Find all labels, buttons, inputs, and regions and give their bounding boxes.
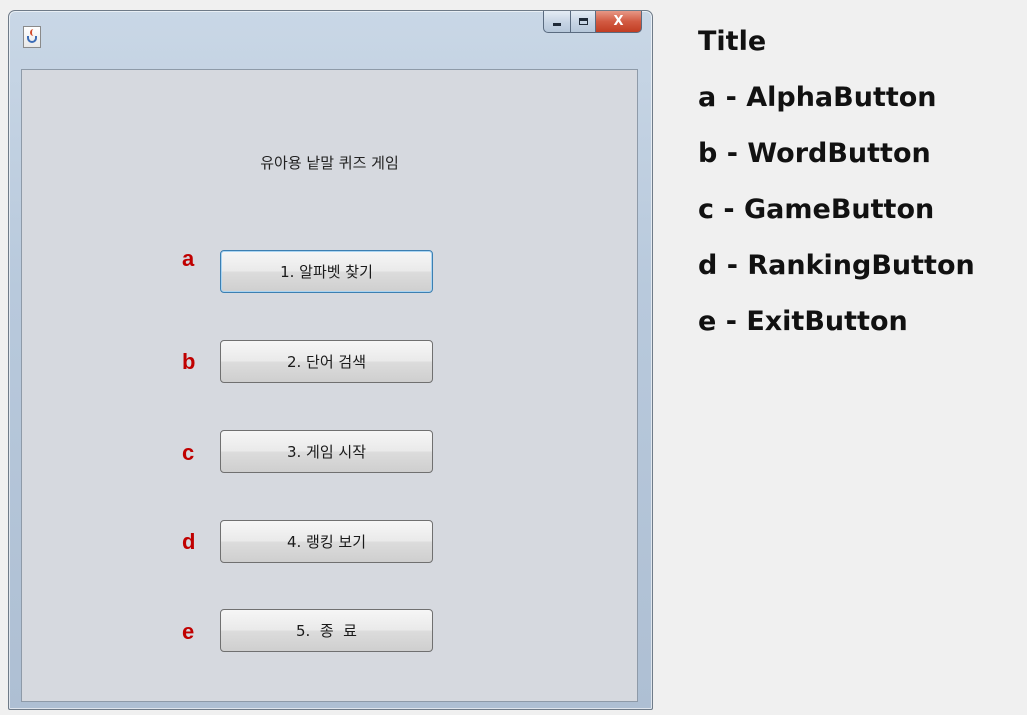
legend-item-title: Title — [698, 26, 767, 57]
alpha-button[interactable]: 1. 알파벳 찾기 — [220, 250, 433, 293]
legend-item-word: b - WordButton — [698, 138, 931, 169]
legend-item-alpha: a - AlphaButton — [698, 82, 937, 113]
marker-b: b — [182, 349, 196, 374]
marker-a: a — [182, 246, 195, 271]
marker-d: d — [182, 529, 196, 554]
annotation-legend: Title a - AlphaButton b - WordButton c -… — [698, 22, 975, 358]
marker-e: e — [182, 619, 195, 644]
word-button[interactable]: 2. 단어 검색 — [220, 340, 433, 383]
maximize-icon — [578, 18, 588, 25]
java-app-icon — [23, 26, 41, 48]
java-steam-shape — [30, 29, 37, 36]
java-cup-shape — [27, 36, 37, 43]
window-client-area: 유아용 낱말 퀴즈 게임 a 1. 알파벳 찾기 b 2. 단어 검색 c 3.… — [21, 69, 638, 702]
ranking-button[interactable]: 4. 랭킹 보기 — [220, 520, 433, 563]
close-icon: X — [613, 14, 624, 29]
close-button[interactable]: X — [596, 11, 642, 33]
screenshot-stage: X 유아용 낱말 퀴즈 게임 a 1. 알파벳 찾기 b 2. 단어 검색 c … — [0, 0, 1027, 715]
marker-c: c — [182, 440, 195, 465]
legend-item-exit: e - ExitButton — [698, 306, 908, 337]
window-titlebar[interactable]: X — [9, 11, 652, 67]
window-caption-buttons: X — [543, 11, 642, 33]
exit-button[interactable]: 5. 종 료 — [220, 609, 433, 652]
minimize-button[interactable] — [543, 11, 570, 33]
legend-item-game: c - GameButton — [698, 194, 935, 225]
minimize-icon — [553, 23, 561, 26]
app-window: X 유아용 낱말 퀴즈 게임 a 1. 알파벳 찾기 b 2. 단어 검색 c … — [8, 10, 653, 710]
game-title-label: 유아용 낱말 퀴즈 게임 — [260, 154, 399, 172]
game-button[interactable]: 3. 게임 시작 — [220, 430, 433, 473]
legend-item-ranking: d - RankingButton — [698, 250, 975, 281]
maximize-button[interactable] — [570, 11, 596, 33]
